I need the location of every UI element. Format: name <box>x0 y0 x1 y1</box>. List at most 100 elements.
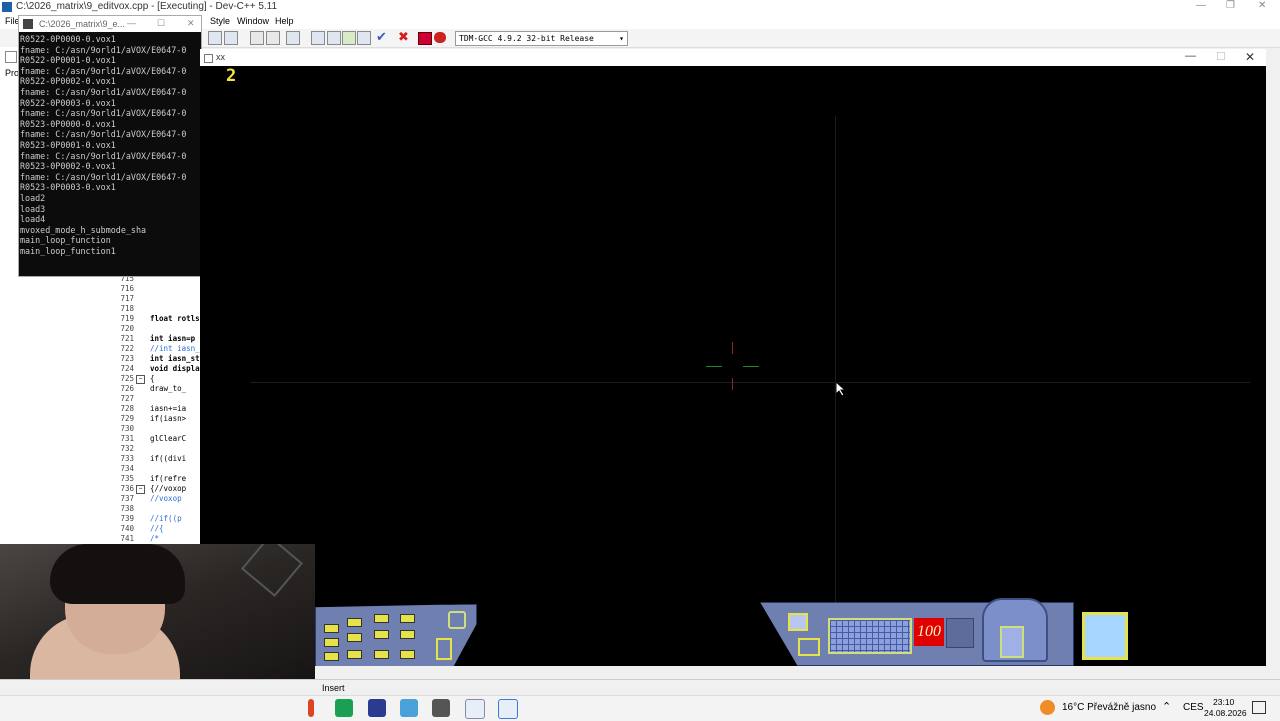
close-icon[interactable]: ✕ <box>187 18 195 29</box>
code-text: float rotls <box>150 314 200 323</box>
line-number: 732 <box>120 444 134 453</box>
crosshair-right <box>743 366 759 367</box>
taskbar-app-icon[interactable] <box>308 699 314 717</box>
notification-icon[interactable] <box>1252 701 1266 714</box>
editor-line: 730 <box>112 424 134 434</box>
close-icon[interactable]: ✕ <box>1245 50 1255 64</box>
menu-help[interactable]: Help <box>275 16 294 26</box>
editor-line: 734 <box>112 464 134 474</box>
taskbar-app-icon[interactable] <box>400 699 418 717</box>
editor-line: 729 if(iasn> <box>112 414 186 424</box>
hud-key <box>347 650 362 659</box>
language-indicator[interactable]: CES <box>1183 702 1204 713</box>
hud-door-icon <box>1000 626 1024 658</box>
hud-map-panel <box>1082 612 1128 660</box>
console-line: main_loop_function1 <box>20 245 116 256</box>
grid-icon[interactable] <box>311 31 325 45</box>
stop-icon[interactable]: ✖ <box>398 29 409 45</box>
toolbar-button-2[interactable] <box>224 31 238 45</box>
code-text: iasn+=ia <box>150 404 187 413</box>
line-number: 729 <box>120 414 134 423</box>
line-number: 724 <box>120 364 134 373</box>
editor-line: 738 <box>112 504 134 514</box>
chart-icon[interactable] <box>418 32 432 45</box>
hud-slot <box>436 638 452 660</box>
chevron-up-icon[interactable]: ⌃ <box>1162 700 1171 713</box>
maximize-icon[interactable]: ☐ <box>1216 50 1226 63</box>
code-text: //if((p <box>150 514 182 523</box>
editor-line: 716 <box>112 284 134 294</box>
line-number: 716 <box>120 284 134 293</box>
layout-icon[interactable] <box>357 31 371 45</box>
minimize-icon[interactable]: — <box>1185 50 1196 62</box>
hud-key <box>347 618 362 627</box>
console-line: fname: C:/asn/9orld1/aVOX/E0647-0 <box>20 44 187 55</box>
console-icon <box>23 19 33 29</box>
editor-line: 724 void displa <box>112 364 199 374</box>
score-counter: 2 <box>226 66 237 86</box>
fold-toggle-icon[interactable]: − <box>136 375 145 384</box>
console-titlebar: C:\2026_matrix\9_e... — ☐ ✕ <box>19 16 201 32</box>
console-line: R0523-0P0000-0.vox1 <box>20 118 116 129</box>
project-tab-label[interactable]: Pro <box>5 68 19 78</box>
ide-title: C:\2026_matrix\9_editvox.cpp - [Executin… <box>16 1 278 12</box>
app-icon <box>204 54 213 63</box>
console-line: R0523-0P0001-0.vox1 <box>20 139 116 150</box>
line-number: 722 <box>120 344 134 353</box>
weather-icon[interactable] <box>1040 700 1055 715</box>
console-line: R0523-0P0003-0.vox1 <box>20 182 116 193</box>
editor-line: 728 iasn+=ia <box>112 404 186 414</box>
indent-icon[interactable] <box>286 31 300 45</box>
ide-titlebar: C:\2026_matrix\9_editvox.cpp - [Executin… <box>0 0 1280 15</box>
person-hair <box>50 544 185 604</box>
editor-line: 739 //if((p <box>112 514 181 524</box>
menu-style[interactable]: Style <box>210 16 230 26</box>
minimize-icon[interactable]: — <box>127 18 136 28</box>
maximize-icon[interactable]: ❐ <box>1226 0 1240 11</box>
game-viewport[interactable]: 2 100 <box>200 66 1266 666</box>
hud-key <box>374 614 389 623</box>
check-icon[interactable]: ✔ <box>376 29 387 45</box>
hud-slot <box>798 638 820 656</box>
hud-key <box>324 638 339 647</box>
line-number: 727 <box>120 394 134 403</box>
hud-key <box>374 630 389 639</box>
editor-line: 740 //{ <box>112 524 163 534</box>
weather-text[interactable]: 16°C Převážně jasno <box>1062 702 1156 713</box>
maximize-icon[interactable]: ☐ <box>157 18 165 29</box>
console-line: load2 <box>20 192 46 203</box>
code-text: if((divi <box>150 454 187 463</box>
devcpp-icon <box>2 2 12 12</box>
taskbar-app-icon[interactable] <box>368 699 386 717</box>
console-line: main_loop_function <box>20 235 111 246</box>
line-number: 733 <box>120 454 134 463</box>
minimize-icon[interactable]: — <box>1196 0 1210 11</box>
clock-time[interactable]: 23:10 <box>1213 697 1234 707</box>
menu-window[interactable]: Window <box>237 16 269 26</box>
editor-line: 721 int iasn=p <box>112 334 195 344</box>
console-line: fname: C:/asn/9orld1/aVOX/E0647-0 <box>20 65 187 76</box>
redo-icon[interactable] <box>266 31 280 45</box>
editor-line: 726 draw_to_ <box>112 384 186 394</box>
console-line: fname: C:/asn/9orld1/aVOX/E0647-0 <box>20 171 187 182</box>
line-number: 721 <box>120 334 134 343</box>
ide-statusbar: Insert <box>0 679 1280 696</box>
window-icon[interactable] <box>327 31 341 45</box>
taskbar-app-icon[interactable] <box>335 699 353 717</box>
compiler-select[interactable]: TDM-GCC 4.9.2 32-bit Release ▾ <box>455 31 628 46</box>
debug-icon[interactable] <box>434 32 446 43</box>
code-text: { <box>150 374 155 383</box>
code-text: //voxop <box>150 494 182 503</box>
fold-toggle-icon[interactable]: − <box>136 485 145 494</box>
toolbar-button-1[interactable] <box>208 31 222 45</box>
panel-icon[interactable] <box>5 51 17 63</box>
code-editor[interactable]: 715 716 717 718 719 float rotls 720 721 int iasn… <box>112 272 200 544</box>
taskbar-app-icon[interactable] <box>498 699 518 719</box>
close-icon[interactable]: ✕ <box>1258 0 1272 11</box>
taskbar-app-icon[interactable] <box>432 699 450 717</box>
taskbar-app-icon[interactable] <box>465 699 485 719</box>
console-window[interactable]: C:\2026_matrix\9_e... — ☐ ✕ R0522-0P0000… <box>18 15 202 277</box>
undo-icon[interactable] <box>250 31 264 45</box>
table-icon[interactable] <box>342 31 356 45</box>
clock-date[interactable]: 24.08.2026 <box>1204 708 1247 718</box>
